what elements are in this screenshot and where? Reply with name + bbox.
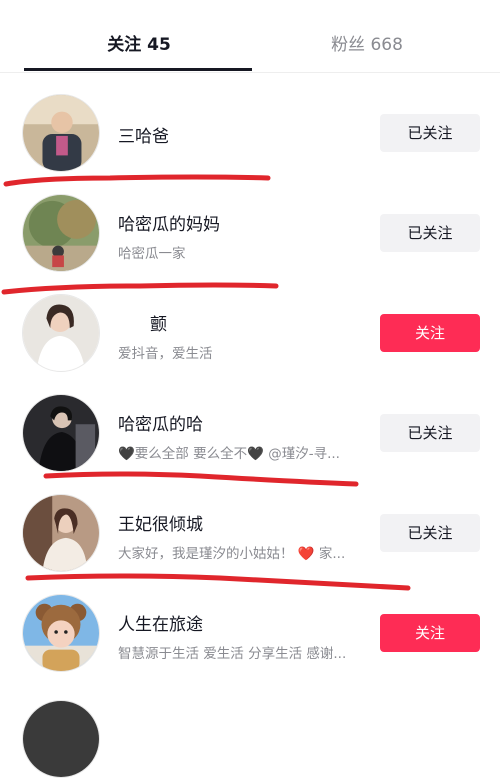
user-name: 王妃很倾城 (118, 515, 203, 535)
avatar[interactable] (22, 594, 100, 672)
avatar[interactable] (22, 94, 100, 172)
user-bio: 🖤要么全部 要么全不🖤 @瑾汐-寻... (118, 446, 340, 462)
user-name: 人生在旅途 (118, 615, 203, 635)
avatar[interactable] (22, 194, 100, 272)
following-button[interactable]: 已关注 (380, 214, 480, 252)
user-bio: 智慧源于生活 爱生活 分享生活 感谢... (118, 646, 347, 662)
list-item[interactable]: 人生在旅途 智慧源于生活 爱生活 分享生活 感谢... 关注 (0, 574, 500, 674)
avatar[interactable] (22, 294, 100, 372)
avatar[interactable] (22, 700, 100, 778)
following-button[interactable]: 已关注 (380, 414, 480, 452)
user-name: 哈密瓜的妈妈 (118, 215, 220, 235)
user-bio: 哈密瓜一家 (118, 246, 186, 262)
list-item[interactable]: 王妃很倾城 大家好，我是瑾汐的小姑姑！ ❤️ 家... 已关注 (0, 474, 500, 574)
following-button[interactable]: 已关注 (380, 514, 480, 552)
user-bio: 爱抖音，爱生活 (118, 346, 213, 362)
user-name: 颤 (150, 315, 167, 335)
list-item[interactable]: 哈密瓜的哈 🖤要么全部 要么全不🖤 @瑾汐-寻... 已关注 (0, 374, 500, 474)
user-bio: 大家好，我是瑾汐的小姑姑！ ❤️ 家... (118, 546, 346, 562)
avatar[interactable] (22, 394, 100, 472)
follow-button[interactable]: 关注 (380, 614, 480, 652)
list-item[interactable]: 哈密瓜的妈妈 哈密瓜一家 已关注 (0, 174, 500, 274)
tab-followers[interactable]: 粉丝 668 (242, 30, 492, 55)
list-item[interactable]: 颤 爱抖音，爱生活 关注 (0, 274, 500, 374)
active-tab-indicator (24, 68, 252, 71)
follow-button[interactable]: 关注 (380, 314, 480, 352)
user-name: 哈密瓜的哈 (118, 415, 203, 435)
list-item[interactable] (0, 674, 500, 778)
tab-bar: 关注 45 粉丝 668 (0, 0, 500, 73)
tab-following[interactable]: 关注 45 (14, 30, 264, 55)
user-name: 三哈爸 (118, 127, 169, 147)
following-button[interactable]: 已关注 (380, 114, 480, 152)
list-item[interactable]: 三哈爸 已关注 (0, 74, 500, 174)
avatar[interactable] (22, 494, 100, 572)
